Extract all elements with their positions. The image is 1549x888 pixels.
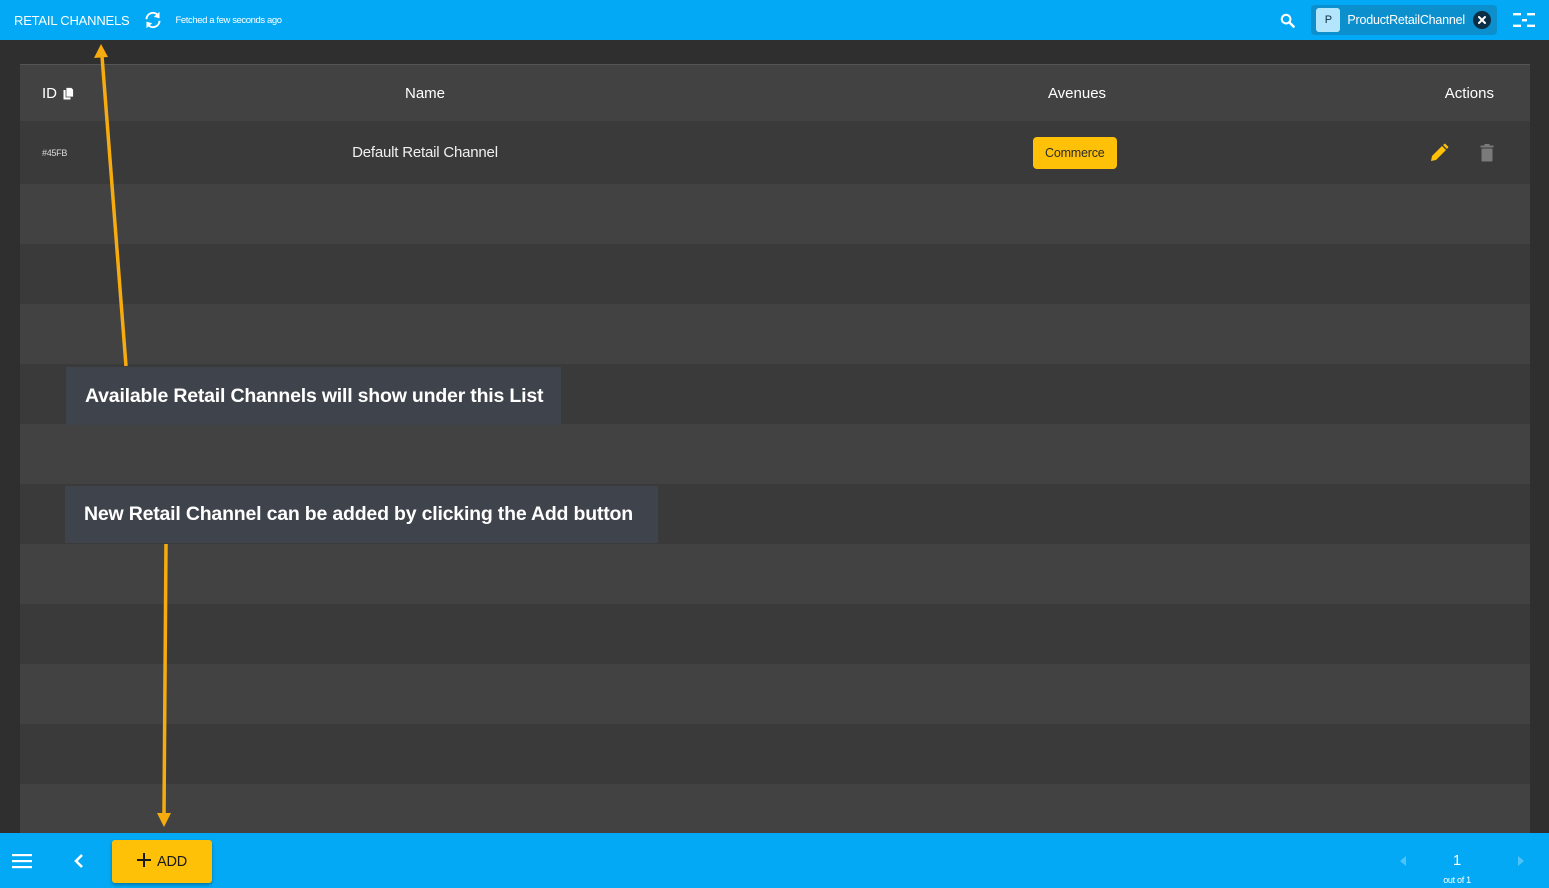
column-header-id: ID — [42, 65, 74, 121]
empty-row — [20, 244, 1530, 304]
empty-row — [20, 724, 1530, 784]
empty-row — [20, 184, 1530, 244]
copy-icon[interactable] — [63, 86, 74, 100]
table-header: ID Name Avenues Actions — [20, 65, 1530, 121]
filter-toggle-icon[interactable] — [1511, 10, 1537, 30]
avenue-badge[interactable]: Commerce — [1033, 136, 1117, 169]
menu-icon[interactable] — [10, 849, 34, 873]
cell-actions — [1426, 121, 1500, 184]
bottom-toolbar: ADD 1 out of 1 — [0, 833, 1549, 888]
chip-avatar: P — [1316, 8, 1341, 32]
search-icon[interactable] — [1277, 10, 1297, 30]
chip-label: ProductRetailChannel — [1347, 13, 1465, 27]
table-row[interactable]: #45FB Default Retail Channel Commerce — [20, 121, 1530, 184]
add-button[interactable]: ADD — [112, 840, 212, 883]
total-pages-label: out of 1 — [1443, 875, 1471, 885]
current-page: 1 — [1452, 852, 1462, 869]
column-header-name[interactable]: Name — [350, 65, 500, 121]
column-header-actions: Actions — [1444, 84, 1494, 102]
column-header-avenues[interactable]: Avenues — [1002, 65, 1152, 121]
empty-row — [20, 664, 1530, 724]
empty-row — [20, 604, 1530, 664]
column-header-id-label: ID — [42, 84, 57, 102]
empty-row — [20, 424, 1530, 484]
add-button-label: ADD — [156, 853, 187, 870]
chevron-left-icon[interactable] — [68, 849, 90, 873]
close-circle-icon[interactable] — [1473, 11, 1491, 29]
edit-icon[interactable] — [1426, 140, 1452, 166]
pagination-next-icon[interactable] — [1515, 854, 1527, 868]
retail-channels-table: ID Name Avenues Actions #45FB Default Re… — [20, 64, 1530, 844]
annotation-list-callout: Available Retail Channels will show unde… — [66, 367, 561, 425]
context-chip[interactable]: P ProductRetailChannel — [1311, 5, 1497, 35]
cell-id: #45FB — [42, 147, 68, 158]
annotation-add-callout: New Retail Channel can be added by click… — [65, 486, 658, 543]
top-app-bar: RETAIL CHANNELS Fetched a few seconds ag… — [0, 0, 1549, 40]
page-title: RETAIL CHANNELS — [14, 12, 130, 28]
cell-name: Default Retail Channel — [352, 144, 498, 161]
cell-avenues: Commerce — [1033, 121, 1117, 184]
refresh-icon[interactable] — [143, 10, 163, 30]
fetched-status: Fetched a few seconds ago — [175, 14, 282, 26]
empty-row — [20, 304, 1530, 364]
plus-icon — [136, 848, 151, 872]
empty-row — [20, 544, 1530, 604]
delete-icon[interactable] — [1474, 140, 1500, 166]
pagination: 1 out of 1 — [1397, 833, 1527, 888]
